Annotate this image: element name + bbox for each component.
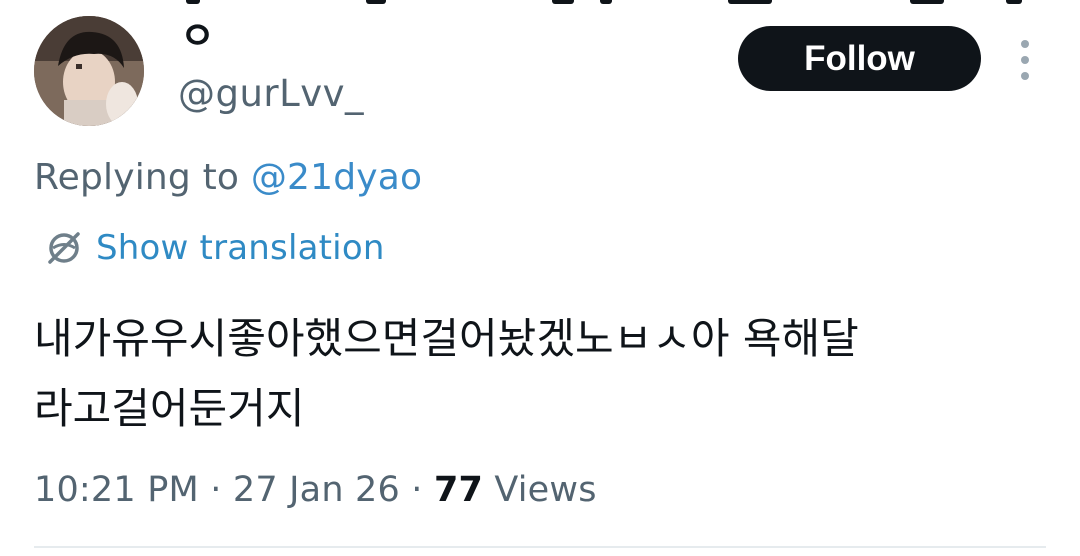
separator-dot: · bbox=[198, 470, 233, 510]
tweet-detail-view: ㅇ @gurLvv_ Follow Replying to @21dyao Sh… bbox=[0, 0, 1080, 556]
separator-dot: · bbox=[399, 470, 434, 510]
reply-mention-link[interactable]: @21dyao bbox=[251, 157, 422, 198]
replying-to-line: Replying to @21dyao bbox=[34, 152, 422, 204]
globe-icon bbox=[48, 232, 80, 264]
status-bar bbox=[0, 0, 1080, 6]
avatar-image bbox=[34, 16, 144, 126]
divider bbox=[34, 546, 1046, 548]
replying-to-label: Replying to bbox=[34, 157, 251, 198]
display-name[interactable]: ㅇ bbox=[180, 8, 215, 64]
user-handle[interactable]: @gurLvv_ bbox=[178, 66, 364, 122]
follow-button[interactable]: Follow bbox=[738, 26, 981, 91]
views-count: 77 bbox=[433, 470, 484, 510]
avatar[interactable] bbox=[34, 16, 144, 126]
show-translation-button[interactable]: Show translation bbox=[44, 222, 385, 274]
tweet-date[interactable]: 27 Jan 26 bbox=[233, 470, 400, 510]
tweet-metadata: 10:21 PM · 27 Jan 26 · 77 Views bbox=[34, 464, 597, 516]
show-translation-label: Show translation bbox=[96, 228, 385, 268]
tweet-text-line: 라고걸어둔거지 bbox=[34, 384, 305, 433]
tweet-text-line: 내가유우시좋아했으면걸어놨겠노ㅂㅅ아 욕해달 bbox=[34, 314, 859, 363]
more-options-icon[interactable] bbox=[1010, 38, 1040, 82]
tweet-time[interactable]: 10:21 PM bbox=[34, 470, 199, 510]
tweet-text: 내가유우시좋아했으면걸어놨겠노ㅂㅅ아 욕해달 라고걸어둔거지 bbox=[34, 304, 1044, 444]
views-label: Views bbox=[483, 470, 597, 510]
